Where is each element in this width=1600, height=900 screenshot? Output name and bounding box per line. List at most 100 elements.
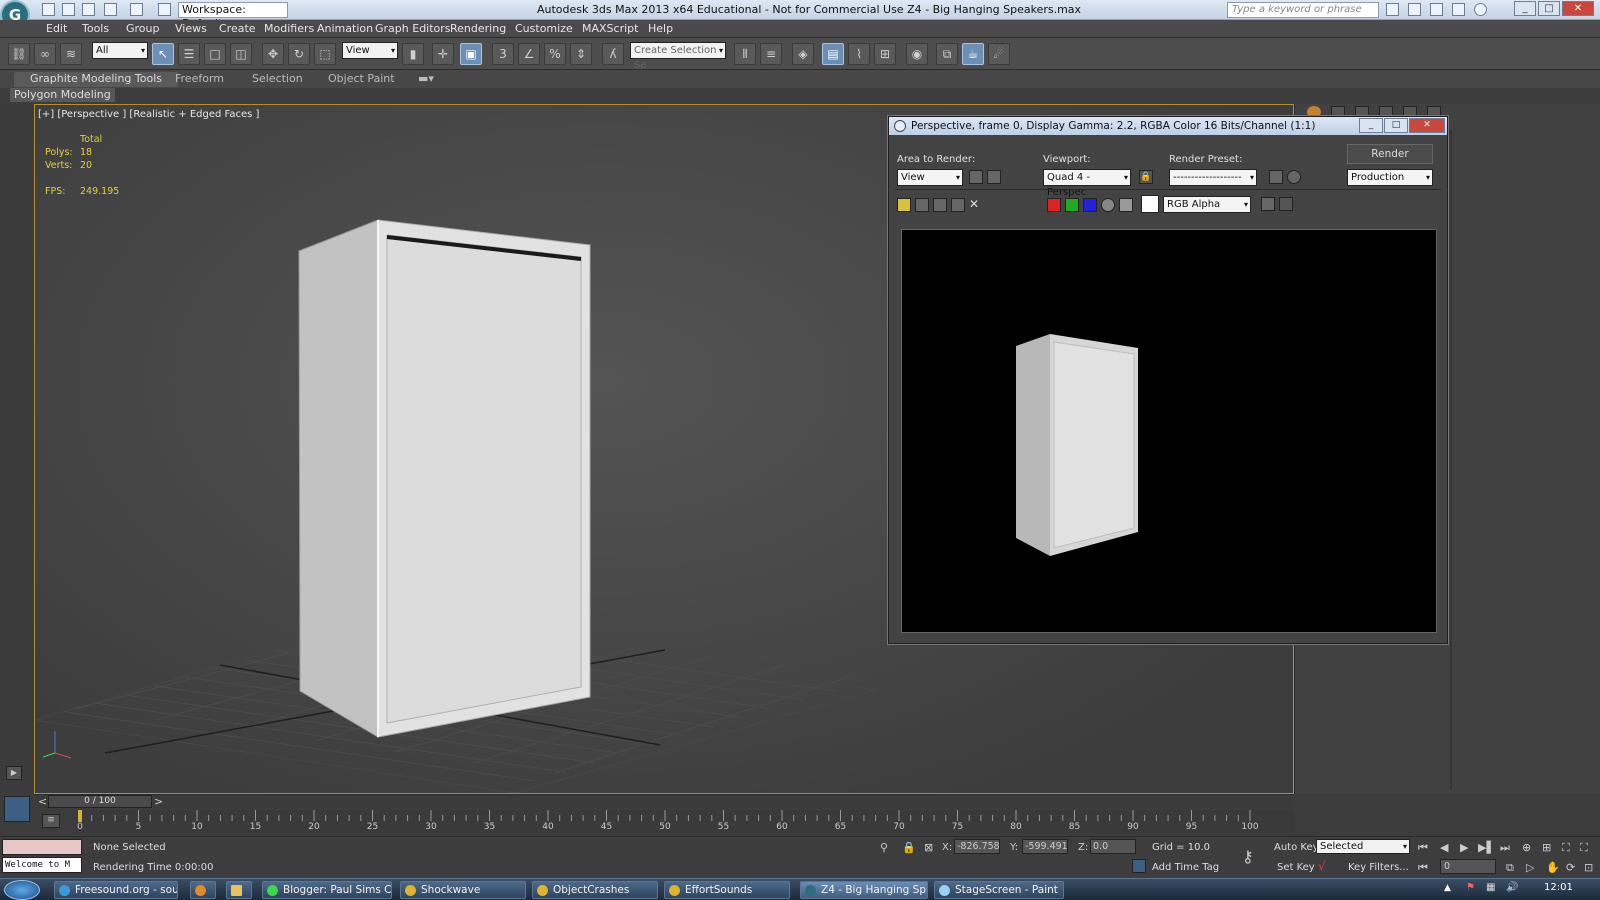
- monochrome-toggle[interactable]: [1119, 198, 1133, 212]
- task-objectcrashes[interactable]: ObjectCrashes: [532, 881, 658, 899]
- mini-curve-editor-toggle[interactable]: [4, 796, 30, 822]
- move-icon[interactable]: ✥: [262, 43, 284, 65]
- green-channel-toggle[interactable]: [1065, 198, 1079, 212]
- star-icon[interactable]: [1452, 3, 1465, 16]
- ribbon-options-icon[interactable]: ▬▾: [418, 72, 434, 85]
- rectangular-selection-icon[interactable]: □: [204, 43, 226, 65]
- time-slider-next[interactable]: >: [154, 795, 163, 808]
- blue-channel-toggle[interactable]: [1083, 198, 1097, 212]
- menu-maxscript[interactable]: MAXScript: [582, 22, 638, 35]
- clear-image-icon[interactable]: ✕: [969, 198, 983, 212]
- menu-rendering[interactable]: Rendering: [450, 22, 506, 35]
- orbit-icon[interactable]: ⟳: [1566, 861, 1575, 874]
- auto-key-button[interactable]: Auto Key: [1274, 842, 1319, 853]
- time-slider-prev[interactable]: <: [38, 795, 47, 808]
- render-setup-icon[interactable]: ⧉: [936, 43, 958, 65]
- redo-icon[interactable]: [130, 3, 143, 16]
- render-close-button[interactable]: ✕: [1409, 118, 1445, 133]
- environment-effects-icon[interactable]: [1287, 170, 1301, 184]
- zoom-extents-all-icon[interactable]: ⛶: [1580, 841, 1588, 855]
- polygon-modeling-panel[interactable]: Polygon Modeling: [10, 88, 115, 102]
- toggle-ui-overlay-icon[interactable]: [1261, 197, 1275, 211]
- welcome-field[interactable]: Welcome to M: [2, 857, 82, 873]
- set-key-button[interactable]: Set Key: [1277, 862, 1315, 873]
- key-filters-button[interactable]: Key Filters...: [1348, 862, 1409, 873]
- swatch-color[interactable]: [1141, 195, 1159, 213]
- selection-lock-icon[interactable]: 🔒: [902, 841, 916, 854]
- window-crossing-icon[interactable]: ◫: [230, 43, 252, 65]
- percent-snap-icon[interactable]: %: [544, 43, 566, 65]
- project-folder-icon[interactable]: [158, 3, 171, 16]
- task-explorer[interactable]: [226, 881, 252, 899]
- menu-graph-editors[interactable]: Graph Editors: [375, 22, 451, 35]
- task-freesound[interactable]: Freesound.org - sou...: [54, 881, 178, 899]
- align-icon[interactable]: ≡: [760, 43, 782, 65]
- field-of-view-icon[interactable]: ▷: [1526, 861, 1534, 874]
- viewport-dropdown[interactable]: Quad 4 - Perspec ▾: [1043, 169, 1131, 198]
- help-icon[interactable]: [1474, 3, 1487, 16]
- current-frame-field[interactable]: 0: [1440, 859, 1496, 874]
- time-slider-thumb[interactable]: 0 / 100: [48, 795, 152, 808]
- red-channel-toggle[interactable]: [1047, 198, 1061, 212]
- select-object-icon[interactable]: ↖: [152, 43, 174, 65]
- z-coordinate-field[interactable]: 0.0: [1090, 839, 1136, 854]
- previous-frame-icon[interactable]: ◀: [1440, 841, 1448, 854]
- binoculars-icon[interactable]: [1386, 3, 1399, 16]
- tray-arrow-icon[interactable]: ▲: [1444, 883, 1451, 893]
- time-configuration-icon[interactable]: ⧉: [1506, 861, 1514, 875]
- keyboard-shortcut-override-icon[interactable]: ▣: [460, 43, 482, 65]
- close-button[interactable]: ✕: [1562, 1, 1594, 16]
- go-to-start-icon[interactable]: ⏮: [1418, 841, 1428, 855]
- new-file-icon[interactable]: [42, 3, 55, 16]
- lock-viewport-icon[interactable]: 🔒: [1139, 170, 1153, 184]
- maxscript-listener-mini[interactable]: [2, 839, 82, 855]
- rendered-frame-window-icon[interactable]: ☕: [962, 43, 984, 65]
- play-small-icon[interactable]: ▶: [6, 766, 22, 780]
- absolute-mode-icon[interactable]: ⊠: [924, 841, 933, 854]
- spinner-snap-icon[interactable]: ⇕: [570, 43, 592, 65]
- render-maximize-button[interactable]: □: [1384, 118, 1408, 133]
- angle-snap-icon[interactable]: ∠: [518, 43, 540, 65]
- menu-animation[interactable]: Animation: [317, 22, 373, 35]
- task-3dsmax[interactable]: Z4 - Big Hanging Sp...: [800, 881, 928, 899]
- graphite-toggle-icon[interactable]: ▤: [822, 43, 844, 65]
- edit-named-selection-icon[interactable]: ʎ: [602, 43, 624, 65]
- menu-tools[interactable]: Tools: [82, 22, 109, 35]
- curve-editor-small-icon[interactable]: ≡: [42, 814, 60, 828]
- menu-group[interactable]: Group: [126, 22, 160, 35]
- tab-freeform[interactable]: Freeform: [175, 72, 224, 85]
- reference-coordinate-dropdown[interactable]: View ▾: [342, 42, 398, 59]
- save-image-icon[interactable]: [897, 198, 911, 212]
- snaps-toggle-icon[interactable]: 3: [492, 43, 514, 65]
- open-file-icon[interactable]: [62, 3, 75, 16]
- material-editor-icon[interactable]: ◉: [906, 43, 928, 65]
- speaker-box-3d[interactable]: [298, 219, 591, 738]
- x-icon[interactable]: [1430, 3, 1443, 16]
- tray-volume-icon[interactable]: 🔊: [1506, 882, 1518, 893]
- unlink-icon[interactable]: ∞: [34, 43, 56, 65]
- track-bar[interactable]: 0 5 10 15 20 25 30 35 40 45 50 55 60 65 70 75 80 85 90 95 10…: [76, 810, 1294, 834]
- isolate-icon[interactable]: ⚲: [880, 841, 888, 854]
- undo-icon[interactable]: [104, 3, 117, 16]
- key-mode-toggle-icon[interactable]: ⏮: [1418, 861, 1428, 875]
- task-paint[interactable]: StageScreen - Paint: [934, 881, 1064, 899]
- mirror-icon[interactable]: ⫴: [734, 43, 756, 65]
- default-in-out-tangent-icon[interactable]: √: [1318, 859, 1326, 873]
- time-slider[interactable]: < 0 / 100 >: [34, 794, 1294, 808]
- select-manipulate-icon[interactable]: ✛: [432, 43, 454, 65]
- pivot-center-icon[interactable]: ▮: [402, 43, 424, 65]
- area-to-render-dropdown[interactable]: View ▾: [897, 169, 963, 186]
- toggle-ui-icon[interactable]: [1279, 197, 1293, 211]
- start-button[interactable]: [4, 880, 40, 900]
- time-tag-icon[interactable]: [1132, 859, 1146, 873]
- next-frame-icon[interactable]: ▶▌: [1478, 841, 1495, 854]
- render-preset-dropdown[interactable]: ------------------- ▾: [1169, 169, 1257, 186]
- pan-view-icon[interactable]: ✋: [1546, 861, 1560, 874]
- layer-manager-icon[interactable]: ◈: [792, 43, 814, 65]
- render-minimize-button[interactable]: _: [1359, 118, 1383, 133]
- key-icon[interactable]: ⚷: [1242, 847, 1254, 866]
- channel-dropdown[interactable]: RGB Alpha ▾: [1163, 196, 1251, 213]
- copy-image-icon[interactable]: [915, 198, 929, 212]
- maximize-viewport-icon[interactable]: ⊡: [1584, 861, 1593, 874]
- select-by-name-icon[interactable]: ☰: [178, 43, 200, 65]
